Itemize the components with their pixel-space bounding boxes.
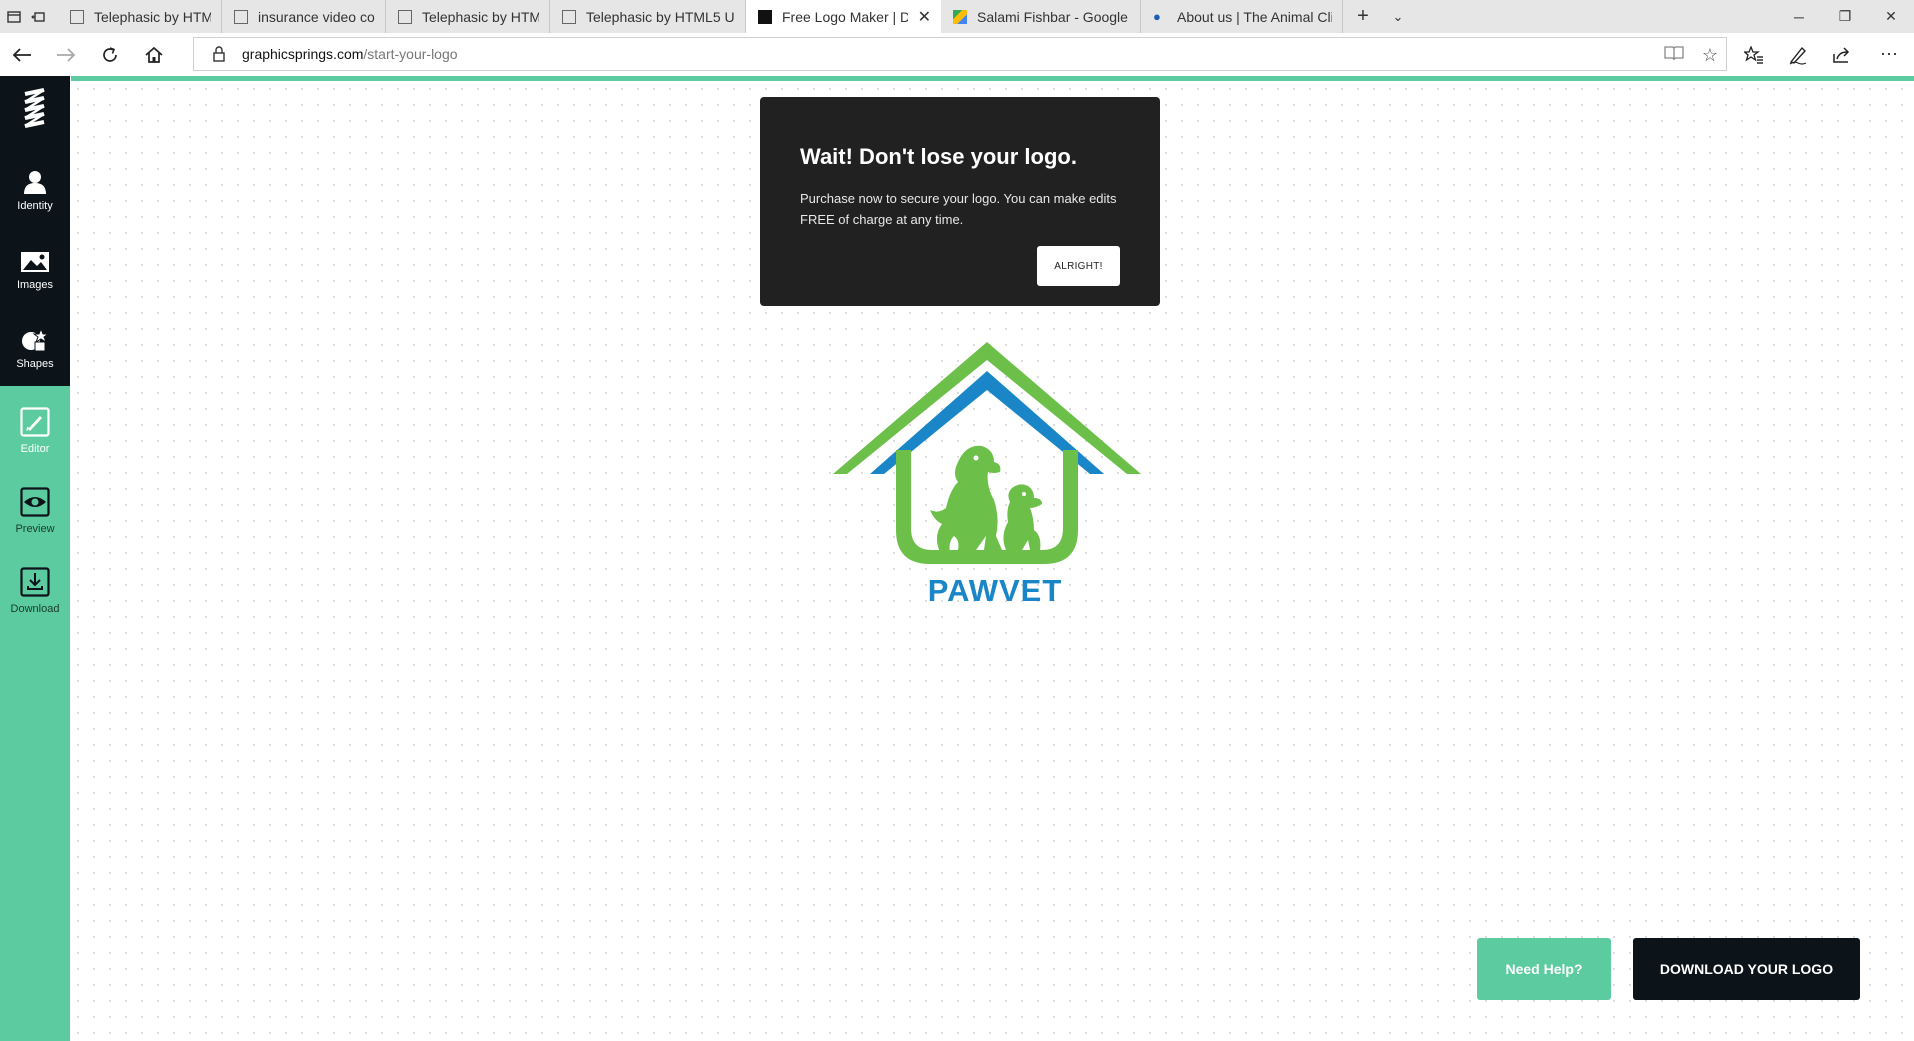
editor-sidebar: Identity Images Shapes Editor Preview Do…: [0, 76, 70, 1041]
tab-bar: Telephasic by HTML5 UP insurance video c…: [0, 0, 1914, 33]
more-options-icon[interactable]: ⋯: [1864, 33, 1914, 76]
popup-title: Wait! Don't lose your logo.: [800, 144, 1077, 169]
reading-view-icon[interactable]: [1664, 45, 1684, 66]
sidebar-item-shapes[interactable]: Shapes: [0, 314, 70, 384]
forward-icon[interactable]: [44, 33, 88, 76]
shapes-icon: [22, 328, 50, 352]
person-icon: [24, 171, 46, 194]
favorites-hub-icon[interactable]: [1732, 33, 1776, 76]
download-icon: [20, 567, 50, 597]
set-aside-tabs-icon[interactable]: [26, 0, 50, 33]
save-reminder-popup: Wait! Don't lose your logo. Purchase now…: [760, 97, 1160, 306]
tab-google-maps[interactable]: Salami Fishbar - Google Ma: [941, 0, 1141, 33]
sidebar-item-preview[interactable]: Preview: [0, 476, 70, 546]
url-path: /start-your-logo: [363, 46, 458, 62]
sidebar-item-download[interactable]: Download: [0, 556, 70, 626]
sidebar-item-editor[interactable]: Editor: [0, 396, 70, 466]
page-icon: [70, 9, 84, 24]
new-tab-icon[interactable]: +: [1343, 0, 1383, 33]
pawvet-logo[interactable]: PAWVET: [830, 340, 1141, 620]
sidebar-item-images[interactable]: Images: [0, 236, 70, 306]
lock-icon: [204, 46, 234, 62]
popup-body: Purchase now to secure your logo. You ca…: [800, 191, 1117, 227]
download-logo-button[interactable]: DOWNLOAD YOUR LOGO: [1633, 938, 1860, 1000]
alright-button[interactable]: ALRIGHT!: [1037, 246, 1120, 286]
page-icon: [234, 9, 248, 24]
tab-animal-clinic[interactable]: ● About us | The Animal Clinic: [1141, 0, 1343, 33]
paw-icon: ●: [1153, 8, 1161, 24]
house-pets-emblem: [833, 342, 1141, 564]
page-icon: [398, 9, 412, 24]
url-input[interactable]: graphicsprings.com/start-your-logo ☆: [193, 37, 1727, 71]
edit-icon: [20, 407, 50, 437]
share-icon[interactable]: [1820, 33, 1864, 76]
restore-icon[interactable]: ❐: [1822, 0, 1868, 33]
image-icon: [21, 252, 49, 272]
tab-list-chevron-icon[interactable]: ⌄: [1383, 0, 1413, 33]
close-window-icon[interactable]: ✕: [1868, 0, 1914, 33]
tab-telephasic-1[interactable]: Telephasic by HTML5 UP: [58, 0, 222, 33]
graphicsprings-icon: [758, 9, 772, 24]
google-maps-icon: [953, 9, 967, 24]
page-icon: [562, 9, 576, 24]
sidebar-top-section: Identity Images Shapes: [0, 76, 70, 386]
favorite-star-icon[interactable]: ☆: [1702, 45, 1718, 66]
logo-text: PAWVET: [927, 573, 1063, 608]
need-help-button[interactable]: Need Help?: [1477, 938, 1611, 1000]
tab-logo-maker[interactable]: Free Logo Maker | Desig ✕: [746, 0, 941, 33]
graphicsprings-logo-icon[interactable]: [22, 88, 48, 128]
sidebar-item-identity[interactable]: Identity: [0, 156, 70, 226]
refresh-icon[interactable]: [88, 33, 132, 76]
eye-icon: [20, 487, 50, 517]
tab-telephasic-2[interactable]: Telephasic by HTML5 UP: [386, 0, 550, 33]
tab-telephasic-3[interactable]: Telephasic by HTML5 UP: [550, 0, 746, 33]
home-icon[interactable]: [132, 33, 176, 76]
tab-insurance-video[interactable]: insurance video cover ‹ All H: [222, 0, 386, 33]
minimize-icon[interactable]: ─: [1776, 0, 1822, 33]
web-note-pen-icon[interactable]: [1776, 33, 1820, 76]
address-bar-row: graphicsprings.com/start-your-logo ☆ ⋯: [0, 33, 1914, 76]
close-tab-icon[interactable]: ✕: [918, 7, 931, 27]
back-icon[interactable]: [0, 33, 44, 76]
url-domain: graphicsprings.com: [242, 46, 364, 62]
tab-preview-icon[interactable]: [2, 0, 26, 33]
